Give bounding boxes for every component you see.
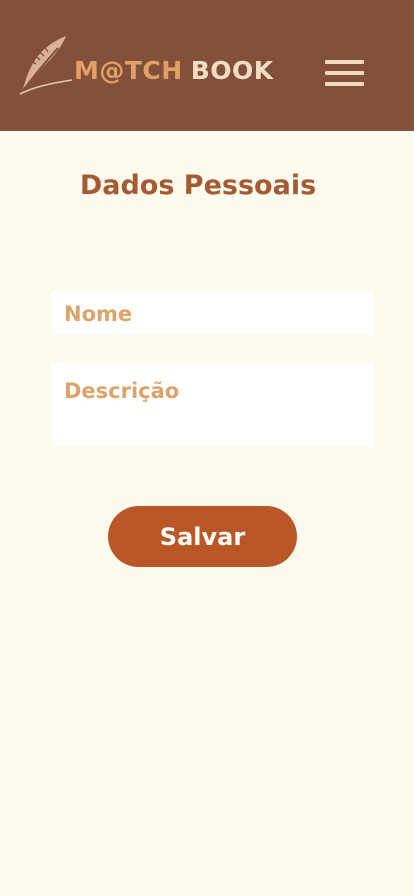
feather-quill-icon (19, 36, 73, 95)
save-button[interactable]: Salvar (108, 506, 297, 567)
brand-name-part2: BOOK (190, 56, 274, 85)
brand-name-part1: M@TCH (74, 56, 183, 85)
brand-logo[interactable]: M@TCH BOOK (18, 34, 273, 96)
description-input[interactable] (52, 363, 373, 447)
menu-line (325, 71, 364, 75)
hamburger-menu-icon[interactable] (320, 54, 368, 92)
app-header: M@TCH BOOK (0, 0, 414, 131)
page-title: Dados Pessoais (79, 170, 317, 201)
menu-line (325, 82, 364, 86)
menu-line (325, 60, 364, 64)
brand-name: M@TCH BOOK (74, 56, 274, 86)
name-input[interactable] (52, 292, 373, 335)
